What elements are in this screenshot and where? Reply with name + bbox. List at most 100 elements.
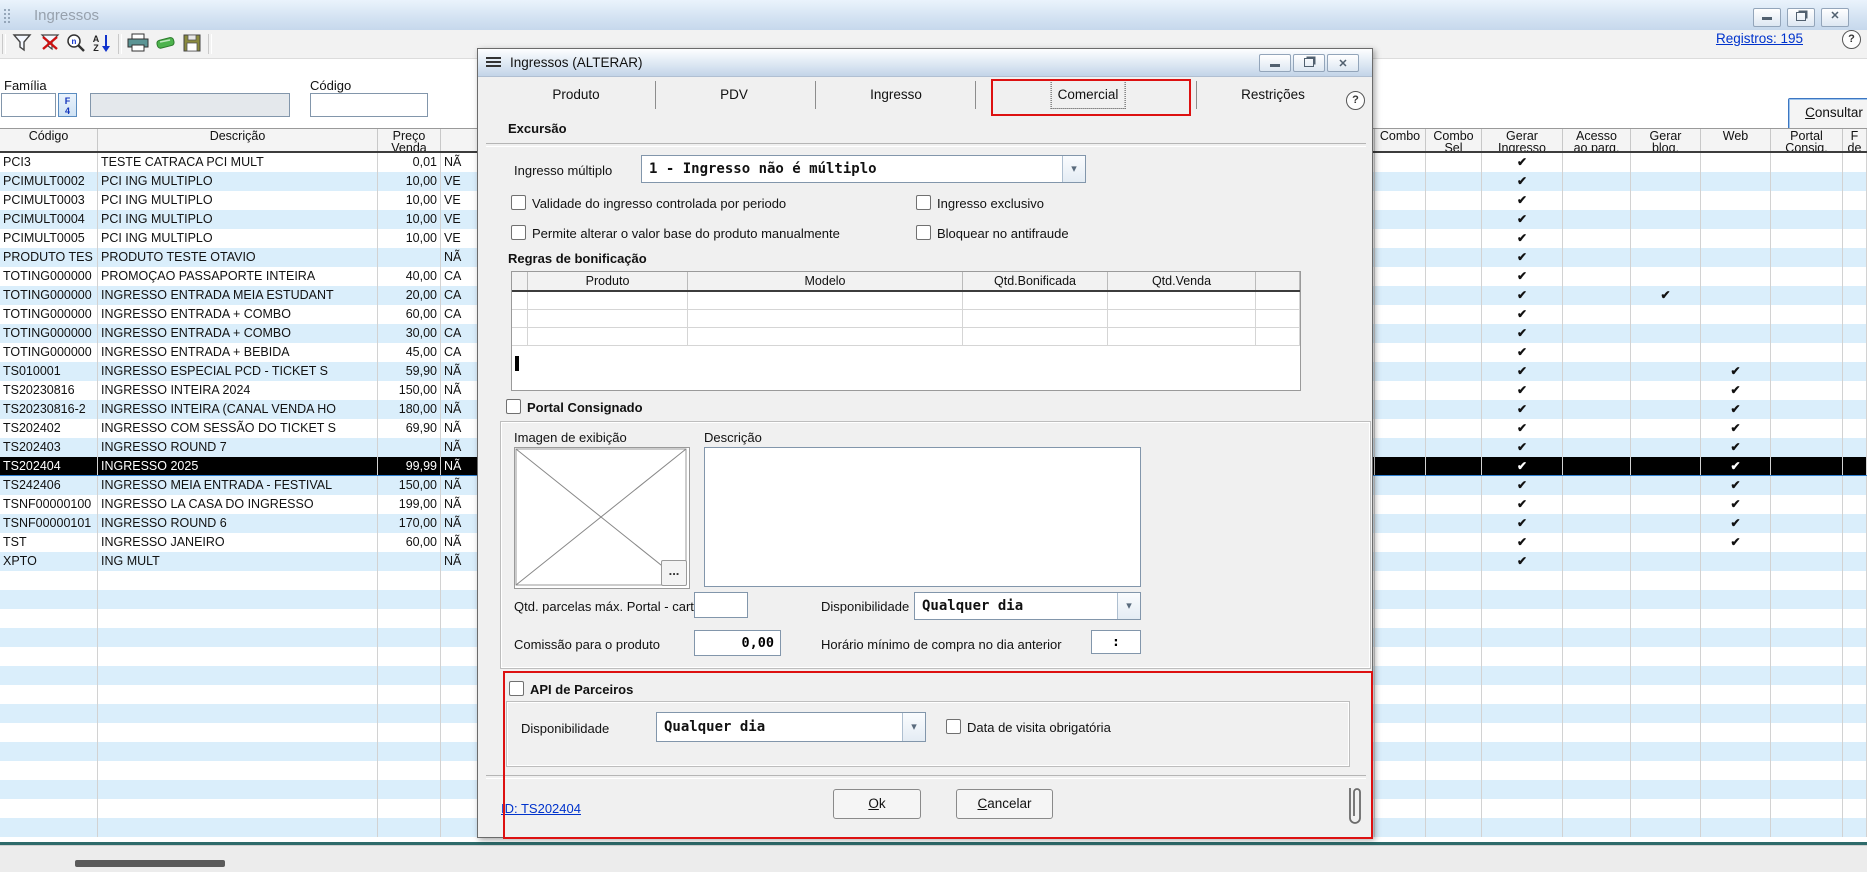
cell-portal xyxy=(1771,172,1843,191)
cell-descricao: INGRESSO JANEIRO xyxy=(98,533,378,552)
cell-extra xyxy=(1843,400,1867,419)
consultar-button[interactable]: Consultar xyxy=(1788,98,1867,130)
cancel-button[interactable]: Cancelar xyxy=(956,789,1053,819)
bonif-cell xyxy=(688,328,963,345)
restore-button[interactable] xyxy=(1787,8,1815,27)
bonif-empty-row[interactable] xyxy=(512,328,1300,346)
cell-gi xyxy=(1482,780,1563,799)
cell-codigo: TOTING000000 xyxy=(0,343,98,362)
dialog-help-icon[interactable]: ? xyxy=(1346,91,1365,110)
tab-produto[interactable]: Produto xyxy=(552,87,599,102)
column-header[interactable]: Preço Venda xyxy=(378,129,441,151)
column-header[interactable]: Combo xyxy=(1375,129,1426,151)
bonif-cell xyxy=(963,310,1108,327)
svg-text:n: n xyxy=(72,37,77,46)
qtd-parcelas-label: Qtd. parcelas máx. Portal - cartão xyxy=(514,599,708,614)
cell-combo_sel xyxy=(1426,514,1482,533)
svg-text:Z: Z xyxy=(93,43,99,53)
export-icon[interactable] xyxy=(154,33,178,55)
clear-filter-icon[interactable] xyxy=(38,33,62,55)
save-icon[interactable] xyxy=(180,33,204,55)
column-header[interactable]: Web xyxy=(1701,129,1771,151)
descricao-textarea[interactable] xyxy=(704,447,1141,587)
tab-restricoes[interactable]: Restrições xyxy=(1241,87,1305,102)
sort-az-icon[interactable]: A Z xyxy=(90,33,114,55)
filter-icon[interactable] xyxy=(10,33,34,55)
checkbox-api-parceiros[interactable]: API de Parceiros xyxy=(509,681,633,697)
ok-button[interactable]: Ok xyxy=(833,789,921,819)
imagem-exibicao-label: Imagen de exibição xyxy=(514,430,627,445)
bonif-empty-row[interactable] xyxy=(512,310,1300,328)
help-icon[interactable]: ? xyxy=(1842,30,1861,49)
tab-pdv[interactable]: PDV xyxy=(720,87,748,102)
familia-input[interactable] xyxy=(1,93,56,117)
cell-descricao: PROMOÇAO PASSAPORTE INTEIRA xyxy=(98,267,378,286)
cell-gb xyxy=(1631,761,1701,780)
cell-acesso xyxy=(1563,495,1631,514)
horario-minimo-input[interactable] xyxy=(1091,630,1141,654)
dialog-restore-button[interactable] xyxy=(1293,54,1325,72)
column-header[interactable]: Portal Consig. xyxy=(1771,129,1843,151)
registros-link[interactable]: Registros: 195 xyxy=(1716,31,1803,46)
disponibilidade-select[interactable]: Qualquer dia ▾ xyxy=(914,592,1141,620)
dialog-close-button[interactable]: ✕ xyxy=(1327,54,1359,72)
cell-codigo: XPTO xyxy=(0,552,98,571)
minimize-button[interactable] xyxy=(1753,8,1781,27)
cell-descricao: ING MULT xyxy=(98,552,378,571)
column-header[interactable]: Descrição xyxy=(98,129,378,151)
bonif-column-header: Produto xyxy=(528,272,688,290)
cell-gb xyxy=(1631,647,1701,666)
horizontal-scrollbar[interactable] xyxy=(0,845,1867,872)
ingresso-multiplo-select[interactable]: 1 - Ingresso não é múltiplo ▾ xyxy=(641,155,1086,183)
tab-comercial[interactable]: Comercial xyxy=(1058,87,1119,102)
cell-web xyxy=(1701,647,1771,666)
cell-combo xyxy=(1375,495,1426,514)
qtd-parcelas-input[interactable] xyxy=(694,592,748,618)
cell-preco xyxy=(378,818,441,837)
api-disponibilidade-select[interactable]: Qualquer dia ▾ xyxy=(656,712,926,742)
cell-combo xyxy=(1375,533,1426,552)
record-id-link[interactable]: ID: TS202404 xyxy=(501,801,581,816)
print-icon[interactable] xyxy=(126,33,150,55)
horizontal-scrollbar-thumb[interactable] xyxy=(75,860,225,867)
cell-combo_sel xyxy=(1426,552,1482,571)
close-button[interactable]: ✕ xyxy=(1821,8,1849,27)
column-header[interactable]: Acesso ao parq. xyxy=(1563,129,1631,151)
cell-preco: 40,00 xyxy=(378,267,441,286)
checkbox-data-visita[interactable]: Data de visita obrigatória xyxy=(946,719,1111,735)
search-count-icon[interactable]: n xyxy=(64,33,88,55)
cell-web xyxy=(1701,267,1771,286)
cell-extra xyxy=(1843,476,1867,495)
column-header[interactable]: Código xyxy=(0,129,98,151)
codigo-input[interactable] xyxy=(310,93,428,117)
checkbox-validade[interactable]: Validade do ingresso controlada por peri… xyxy=(511,195,786,211)
cell-web xyxy=(1701,229,1771,248)
bonificacao-grid[interactable]: ProdutoModeloQtd.BonificadaQtd.Venda xyxy=(511,271,1301,391)
cell-codigo: TS010001 xyxy=(0,362,98,381)
cell-codigo: PCIMULT0005 xyxy=(0,229,98,248)
dialog-minimize-button[interactable] xyxy=(1259,54,1291,72)
cell-portal xyxy=(1771,780,1843,799)
cell-codigo xyxy=(0,628,98,647)
checkbox-ingresso-exclusivo[interactable]: Ingresso exclusivo xyxy=(916,195,1044,211)
dialog-menu-icon[interactable] xyxy=(486,57,501,59)
cell-gi: ✔ xyxy=(1482,419,1563,438)
column-header[interactable]: F de xyxy=(1843,129,1867,151)
checkbox-bloquear-antifraude[interactable]: Bloquear no antifraude xyxy=(916,225,1069,241)
bonif-empty-row[interactable] xyxy=(512,292,1300,310)
cell-web xyxy=(1701,590,1771,609)
bonif-column-header xyxy=(1256,272,1300,290)
checkbox-portal-consignado[interactable]: Portal Consignado xyxy=(506,399,643,415)
column-header[interactable]: Gerar Ingresso xyxy=(1482,129,1563,151)
cell-gi: ✔ xyxy=(1482,267,1563,286)
column-header[interactable]: Gerar bloq. xyxy=(1631,129,1701,151)
familia-f4-button[interactable]: F4 xyxy=(58,93,77,117)
cell-preco xyxy=(378,685,441,704)
cell-combo_sel xyxy=(1426,609,1482,628)
tab-ingresso[interactable]: Ingresso xyxy=(870,87,922,102)
column-header[interactable]: Combo Sel xyxy=(1426,129,1482,151)
browse-image-button[interactable]: ... xyxy=(661,560,687,586)
cell-gb xyxy=(1631,666,1701,685)
checkbox-permite-alterar[interactable]: Permite alterar o valor base do produto … xyxy=(511,225,840,241)
comissao-input[interactable] xyxy=(694,630,781,656)
